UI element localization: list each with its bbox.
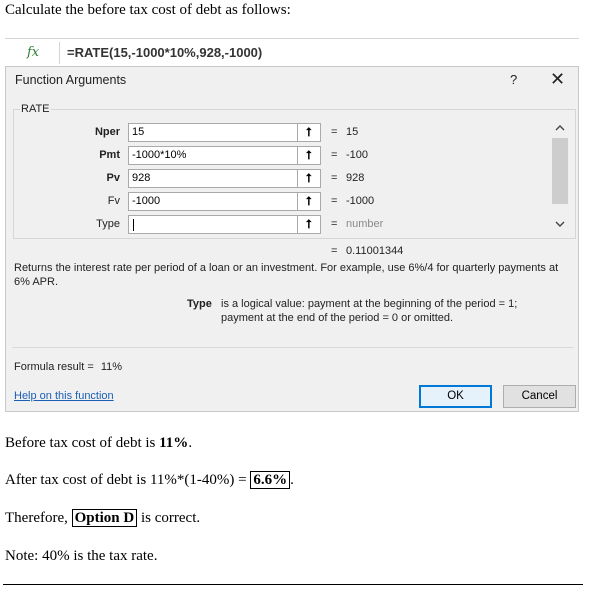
answer-line-3-text: Therefore, [5, 510, 72, 526]
pv-input[interactable]: 928 [128, 169, 320, 188]
type-result: number [346, 218, 384, 230]
pv-result: 928 [346, 172, 365, 184]
function-arguments-dialog: Function Arguments ? ✕ RATE Nper 15 ⭡ = … [5, 66, 579, 412]
fv-input[interactable]: -1000 [128, 192, 320, 211]
formula-bar-separator [59, 42, 60, 64]
nper-collapse-icon[interactable]: ⭡ [297, 123, 321, 142]
answer-line-1-end: . [188, 435, 193, 451]
close-icon[interactable]: ✕ [550, 69, 565, 90]
cancel-button[interactable]: Cancel [503, 385, 576, 408]
formula-text[interactable]: =RATE(15,-1000*10%,928,-1000) [67, 45, 262, 60]
formula-bar: fx =RATE(15,-1000*10%,928,-1000) [5, 38, 579, 69]
formula-result-value: 11% [100, 361, 123, 373]
type-equals: = [331, 218, 338, 230]
scroll-up-icon[interactable] [550, 122, 570, 137]
answer-line-2-text: After tax cost of debt is 11%*(1-40%) = [5, 472, 251, 488]
ok-button[interactable]: OK [419, 385, 492, 408]
arg-label-type: Type [96, 218, 120, 230]
after-tax-cost: 6.6% [250, 471, 291, 489]
function-description: Returns the interest rate per period of … [14, 262, 559, 288]
help-on-function-link[interactable]: Help on this function [14, 390, 114, 402]
pmt-result: -100 [346, 149, 369, 161]
formula-result-label: Formula result = [14, 361, 94, 373]
type-help-text: is a logical value: payment at the begin… [221, 298, 518, 324]
result-equals: = [331, 245, 338, 257]
answer-line-1: Before tax cost of debt is 11%. [5, 435, 192, 452]
answer-note: Note: 40% is the tax rate. [5, 548, 158, 564]
arguments-scrollbar[interactable] [550, 122, 570, 236]
pmt-input[interactable]: -1000*10% [128, 146, 320, 165]
answer-line-3: Therefore, Option D is correct. [5, 509, 201, 527]
type-input[interactable] [128, 215, 320, 234]
help-icon[interactable]: ? [510, 72, 517, 87]
answer-line-1-text: Before tax cost of debt is [5, 435, 160, 451]
scroll-down-icon[interactable] [550, 218, 570, 233]
fv-collapse-icon[interactable]: ⭡ [297, 192, 321, 211]
pv-equals: = [331, 172, 338, 184]
type-help-label: Type [187, 298, 212, 310]
arg-label-pmt: Pmt [99, 149, 120, 161]
pmt-equals: = [331, 149, 338, 161]
answer-line-3-end: is correct. [137, 510, 201, 526]
text-caret [133, 219, 134, 231]
fx-icon[interactable]: fx [27, 45, 39, 60]
answer-line-2-end: . [290, 472, 294, 488]
nper-equals: = [331, 126, 338, 138]
bottom-rule [3, 584, 583, 585]
arg-label-fv: Fv [107, 195, 120, 207]
scroll-thumb[interactable] [552, 138, 568, 204]
intro-text: Calculate the before tax cost of debt as… [5, 2, 291, 18]
nper-result: 15 [346, 126, 359, 138]
arg-label-pv: Pv [106, 172, 120, 184]
nper-input[interactable]: 15 [128, 123, 320, 142]
correct-option: Option D [71, 509, 138, 527]
divider [12, 347, 574, 348]
pmt-collapse-icon[interactable]: ⭡ [297, 146, 321, 165]
result-value: 0.11001344 [346, 245, 404, 257]
dialog-title: Function Arguments [15, 73, 127, 87]
pv-collapse-icon[interactable]: ⭡ [297, 169, 321, 188]
fv-result: -1000 [346, 195, 375, 207]
before-tax-cost: 11% [159, 435, 189, 451]
arg-label-nper: Nper [94, 126, 120, 138]
formula-result: Formula result = 11% [14, 361, 122, 373]
answer-line-2: After tax cost of debt is 11%*(1-40%) = … [5, 471, 294, 489]
type-collapse-icon[interactable]: ⭡ [297, 215, 321, 234]
function-name: RATE [20, 103, 51, 115]
fv-equals: = [331, 195, 338, 207]
